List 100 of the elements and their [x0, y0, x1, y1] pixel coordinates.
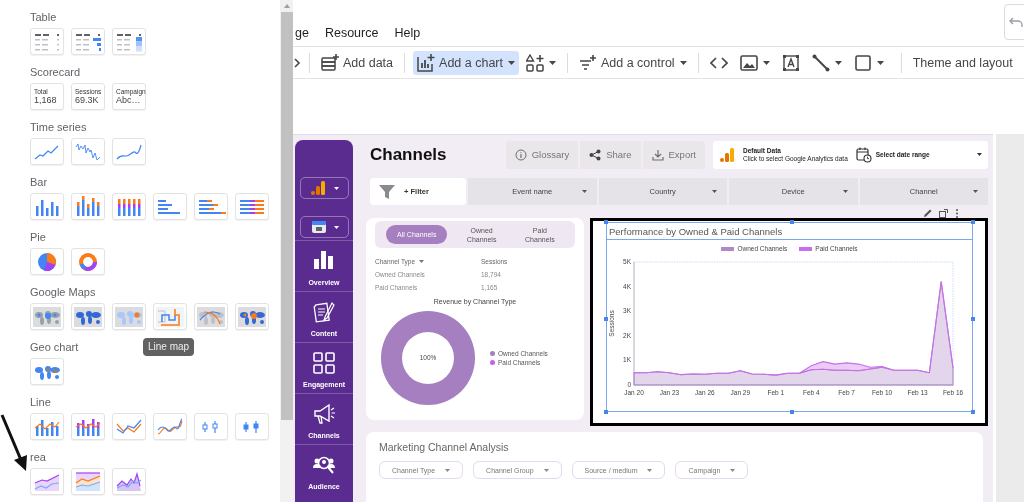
more-icon	[955, 209, 959, 218]
map-icon	[32, 305, 62, 328]
scrollbar-thumb[interactable]	[280, 12, 293, 420]
chart-type-button[interactable]	[71, 28, 105, 55]
section-title: Pie	[30, 230, 46, 244]
pointer-arrow	[0, 413, 30, 473]
square-icon	[853, 53, 872, 72]
caret-icon	[730, 468, 736, 472]
download-icon	[651, 148, 664, 161]
chart-type-button[interactable]	[112, 413, 146, 440]
chart-type-button[interactable]	[112, 468, 146, 495]
caret-icon	[333, 225, 339, 229]
chart-type-button[interactable]	[71, 303, 105, 330]
section-title: rea	[30, 450, 46, 464]
caret-icon	[842, 190, 848, 193]
analytics-logo-icon	[309, 179, 328, 197]
menu-item[interactable]: Resource	[324, 26, 379, 41]
add-data-button[interactable]: Add data	[318, 50, 397, 75]
chart-type-button[interactable]	[30, 28, 64, 55]
resize-handle[interactable]	[789, 220, 794, 224]
resize-handle[interactable]	[604, 317, 608, 321]
chart-type-button[interactable]	[112, 28, 146, 55]
chart-type-button[interactable]	[30, 358, 64, 385]
resize-handle[interactable]	[604, 220, 608, 224]
map-icon	[155, 305, 185, 328]
resize-handle[interactable]	[971, 317, 975, 321]
funnel-icon	[378, 182, 396, 201]
chart-type-button[interactable]	[153, 413, 187, 440]
undo-icon	[1009, 15, 1023, 29]
caret-icon	[712, 190, 717, 193]
chart-type-button[interactable]	[30, 138, 64, 165]
glossary-button[interactable]: Glossary	[505, 140, 579, 169]
section-title: Geo chart	[30, 340, 79, 354]
grid-icon	[312, 351, 336, 375]
source-selector[interactable]	[299, 216, 349, 238]
chart-type-button[interactable]	[30, 303, 64, 330]
chart-type-button[interactable]	[71, 138, 105, 165]
calendar-icon	[309, 218, 328, 236]
add-control-button[interactable]: Add a control	[576, 50, 690, 75]
chart-type-button[interactable]	[194, 303, 228, 330]
image-icon	[739, 53, 758, 72]
chart-type-button[interactable]	[235, 303, 269, 330]
caret-icon	[762, 60, 770, 65]
menu-item[interactable]: ge	[295, 26, 309, 41]
chart-type-button[interactable]	[112, 138, 146, 165]
section-title: Table	[30, 10, 57, 24]
source-selector[interactable]	[299, 177, 349, 199]
caret-icon	[445, 468, 451, 472]
megaphone-icon	[312, 402, 336, 426]
caret-icon	[647, 468, 653, 472]
resize-handle[interactable]	[971, 410, 975, 414]
menu-item[interactable]: Help	[394, 26, 421, 41]
add-chart-button[interactable]: Add a chart	[413, 50, 519, 75]
share-icon	[589, 148, 602, 161]
area-chart-icon	[73, 470, 103, 493]
shapes-plus-icon	[526, 53, 544, 72]
chart-type-button[interactable]	[235, 413, 269, 440]
map-icon	[73, 305, 103, 328]
chart-type-button[interactable]	[71, 413, 105, 440]
resize-handle[interactable]	[971, 220, 975, 224]
map-icon	[114, 305, 144, 328]
section-heading: Marketing Channel Analysis	[379, 441, 510, 453]
caret-icon	[508, 60, 515, 65]
map-icon	[196, 305, 226, 328]
chart-type-button[interactable]	[71, 193, 105, 220]
area-chart-icon	[114, 470, 144, 493]
caret-icon	[333, 186, 339, 190]
tooltip: Line map	[143, 338, 195, 356]
chart-type-button[interactable]	[30, 248, 64, 275]
chevron-right-icon	[293, 56, 301, 69]
chart-type-button[interactable]	[71, 468, 105, 495]
resize-handle[interactable]	[789, 410, 794, 414]
chart-type-button[interactable]	[30, 413, 64, 440]
caret-icon	[581, 190, 587, 193]
share-button[interactable]: Share	[580, 140, 641, 169]
chart-type-button[interactable]	[235, 193, 269, 220]
analytics-logo-icon	[719, 145, 737, 164]
section-title: Line	[30, 395, 51, 409]
section-title: Time series	[30, 120, 87, 134]
info-icon	[514, 148, 527, 161]
expand-icon	[939, 209, 948, 218]
resize-handle[interactable]	[604, 410, 608, 414]
section-title: Bar	[30, 175, 48, 189]
caret-icon	[549, 60, 556, 65]
chart-type-button[interactable]	[153, 193, 187, 220]
chart-type-button[interactable]	[153, 303, 187, 330]
caret-icon	[419, 260, 424, 263]
chart-type-button[interactable]	[30, 468, 64, 495]
section-title: Scorecard	[30, 65, 81, 79]
chart-type-button[interactable]	[112, 193, 146, 220]
chart-type-button[interactable]	[71, 248, 105, 275]
caret-icon	[977, 153, 982, 156]
caret-icon	[973, 190, 978, 193]
calendar-clock-icon	[855, 146, 872, 163]
theme-button[interactable]: Theme and layout	[909, 50, 1016, 75]
scroll-up-icon[interactable]	[282, 3, 291, 9]
chart-type-button[interactable]	[194, 193, 228, 220]
export-button[interactable]: Export	[642, 140, 705, 169]
caret-icon	[679, 60, 687, 65]
chart-type-button[interactable]	[30, 193, 64, 220]
